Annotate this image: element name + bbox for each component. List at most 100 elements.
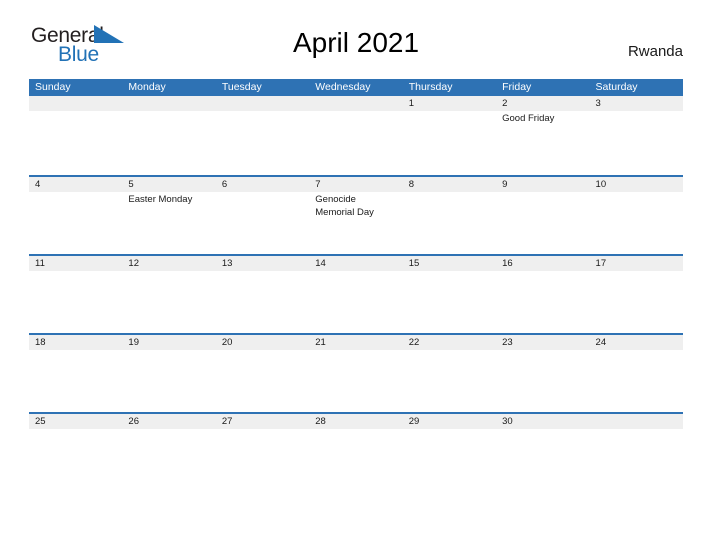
day-number-empty — [590, 414, 683, 429]
day-event-band: Good Friday — [29, 111, 683, 173]
event-label: Easter Monday — [128, 194, 193, 205]
country-label: Rwanda — [627, 43, 683, 60]
day-number-empty — [122, 96, 215, 111]
day-cell-empty — [122, 350, 215, 412]
weekday-header-saturday: Saturday — [595, 81, 638, 93]
page-title: April 2021 — [292, 27, 420, 58]
day-cell-empty — [29, 429, 122, 491]
day-cell-empty — [403, 350, 496, 412]
day-number[interactable]: 7 — [309, 177, 402, 192]
day-number[interactable]: 12 — [122, 256, 215, 271]
day-number[interactable]: 6 — [216, 177, 309, 192]
day-cell-empty — [309, 271, 402, 333]
day-number[interactable]: 22 — [403, 335, 496, 350]
calendar-week-row: 11 12 13 14 15 16 17 — [29, 254, 683, 333]
day-cell-empty — [122, 111, 215, 173]
day-cell-empty — [403, 271, 496, 333]
day-cell-empty — [216, 350, 309, 412]
day-event-band — [29, 271, 683, 333]
day-cell-empty — [403, 192, 496, 254]
day-number-band: 4 5 6 7 8 9 10 — [29, 177, 683, 192]
day-number[interactable]: 11 — [29, 256, 122, 271]
day-cell-empty — [590, 271, 683, 333]
day-cell-empty — [590, 111, 683, 173]
day-number-band: 18 19 20 21 22 23 24 — [29, 335, 683, 350]
day-number[interactable]: 16 — [496, 256, 589, 271]
day-number[interactable]: 15 — [403, 256, 496, 271]
calendar-week-row: 4 5 6 7 8 9 10 Easter Monday Genocide Memorial Da… — [29, 175, 683, 254]
day-cell-empty — [496, 429, 589, 491]
day-number[interactable]: 4 — [29, 177, 122, 192]
weekday-header-monday: Monday — [128, 81, 166, 93]
day-number[interactable]: 29 — [403, 414, 496, 429]
day-event-band — [29, 429, 683, 491]
day-cell-empty — [403, 429, 496, 491]
day-number-empty — [29, 96, 122, 111]
day-cell-empty — [496, 350, 589, 412]
day-cell-empty — [403, 111, 496, 173]
day-cell-empty — [496, 192, 589, 254]
day-number[interactable]: 3 — [590, 96, 683, 111]
day-event-band — [29, 350, 683, 412]
day-number[interactable]: 20 — [216, 335, 309, 350]
day-number[interactable]: 28 — [309, 414, 402, 429]
day-number[interactable]: 2 — [496, 96, 589, 111]
day-number[interactable]: 9 — [496, 177, 589, 192]
day-cell-empty — [496, 271, 589, 333]
weekday-header-tuesday: Tuesday — [221, 81, 262, 93]
day-cell-empty — [309, 111, 402, 173]
event-label: Memorial Day — [315, 206, 374, 218]
day-number[interactable]: 19 — [122, 335, 215, 350]
day-cell-empty — [590, 350, 683, 412]
weekday-header-sunday: Sunday — [35, 81, 71, 93]
day-cell-empty — [590, 192, 683, 254]
day-number-band: 25 26 27 28 29 30 — [29, 414, 683, 429]
day-events[interactable]: Easter Monday — [122, 192, 215, 254]
day-number[interactable]: 8 — [403, 177, 496, 192]
day-number-empty — [309, 96, 402, 111]
weekday-header-thursday: Thursday — [408, 81, 453, 93]
day-cell-empty — [309, 429, 402, 491]
day-events[interactable]: Good Friday — [496, 111, 589, 173]
event-label: Good Friday — [502, 113, 555, 124]
day-number[interactable]: 27 — [216, 414, 309, 429]
calendar-grid: Sunday Monday Tuesday Wednesday Thursday Frid… — [29, 79, 683, 491]
day-number[interactable]: 24 — [590, 335, 683, 350]
day-cell-empty — [29, 350, 122, 412]
day-event-band: Easter Monday Genocide Memorial Day — [29, 192, 683, 254]
calendar-weeks: 1 2 3 Good Friday 4 5 6 7 8 9 10 Easter Monday Genoc… — [29, 96, 683, 491]
day-number[interactable]: 10 — [590, 177, 683, 192]
day-number[interactable]: 18 — [29, 335, 122, 350]
day-number[interactable]: 14 — [309, 256, 402, 271]
calendar-week-row: 25 26 27 28 29 30 — [29, 412, 683, 491]
day-cell-empty — [590, 429, 683, 491]
calendar-week-row: 1 2 3 Good Friday — [29, 96, 683, 175]
day-cell-empty — [29, 192, 122, 254]
day-number-empty — [216, 96, 309, 111]
day-events[interactable]: Genocide Memorial Day — [309, 192, 402, 254]
day-cell-empty — [216, 111, 309, 173]
day-number[interactable]: 21 — [309, 335, 402, 350]
weekday-header-wednesday: Wednesday — [315, 81, 371, 93]
day-cell-empty — [216, 271, 309, 333]
day-number[interactable]: 30 — [496, 414, 589, 429]
page-header: General Blue April 2021 Rwanda — [0, 0, 712, 66]
day-cell-empty — [122, 429, 215, 491]
day-cell-empty — [216, 192, 309, 254]
event-label: Genocide — [315, 194, 356, 205]
weekday-header-row: Sunday Monday Tuesday Wednesday Thursday Frid… — [29, 79, 683, 96]
day-number[interactable]: 5 — [122, 177, 215, 192]
day-number[interactable]: 17 — [590, 256, 683, 271]
day-cell-empty — [122, 271, 215, 333]
day-cell-empty — [29, 271, 122, 333]
day-cell-empty — [216, 429, 309, 491]
day-number[interactable]: 26 — [122, 414, 215, 429]
day-number[interactable]: 1 — [403, 96, 496, 111]
day-number[interactable]: 25 — [29, 414, 122, 429]
day-number[interactable]: 23 — [496, 335, 589, 350]
day-cell-empty — [309, 350, 402, 412]
weekday-header-friday: Friday — [502, 81, 532, 93]
day-number-band: 11 12 13 14 15 16 17 — [29, 256, 683, 271]
day-cell-empty — [29, 111, 122, 173]
day-number[interactable]: 13 — [216, 256, 309, 271]
